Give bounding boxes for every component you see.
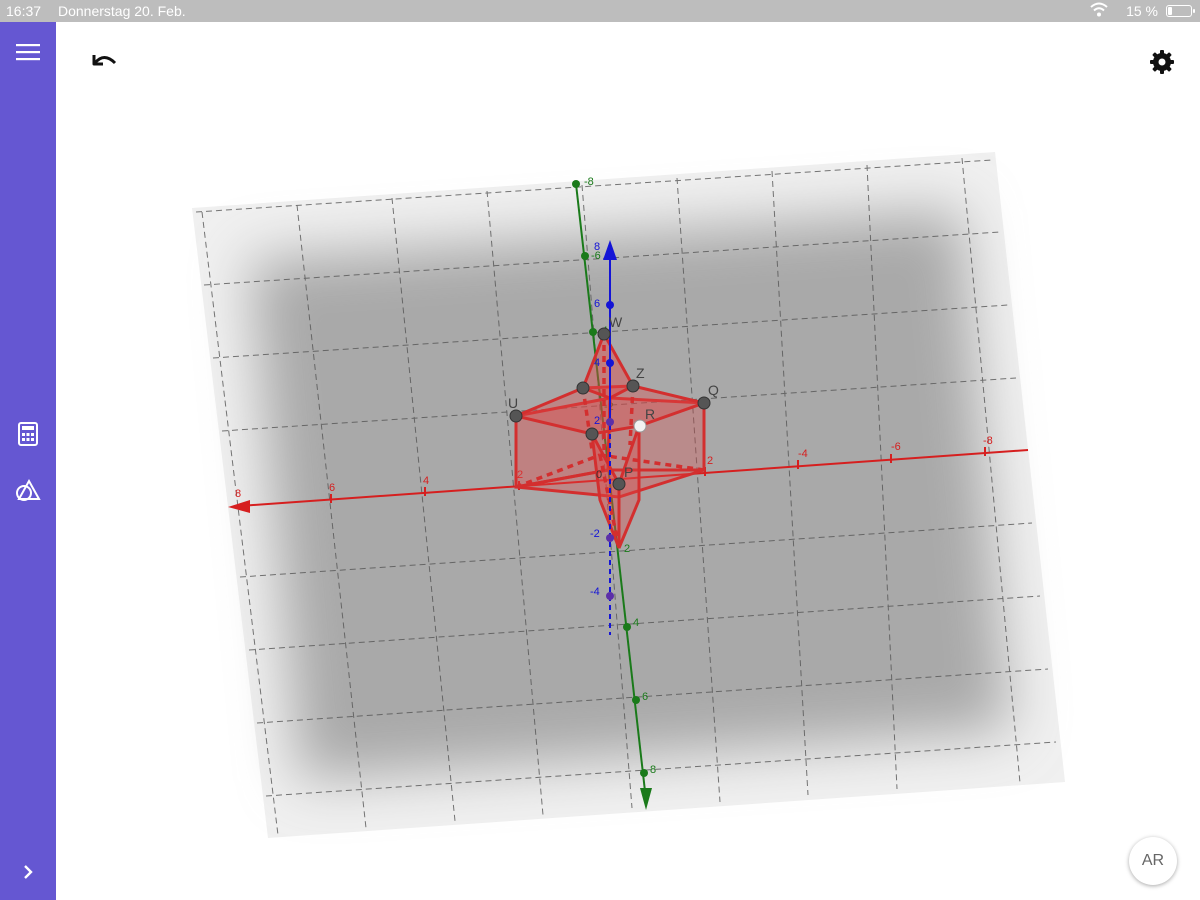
z-axis-label: -4 [590, 586, 600, 598]
x-axis-label: -8 [983, 435, 993, 447]
z-axis-label: 4 [594, 357, 600, 369]
chevron-right-icon[interactable] [12, 856, 44, 888]
status-time: 16:37 [6, 3, 42, 19]
x-axis-label: 4 [423, 475, 429, 487]
point-label: W [609, 314, 623, 330]
origin-label: 0 [596, 469, 602, 481]
wifi-icon [1090, 2, 1108, 21]
point-label: U [508, 395, 518, 411]
battery-icon [1166, 5, 1195, 17]
battery-percentage: 15 % [1126, 3, 1158, 19]
point[interactable] [576, 381, 590, 395]
ar-button-label: AR [1141, 852, 1165, 869]
calculator-icon[interactable] [12, 418, 44, 450]
point-label: P [624, 464, 633, 480]
y-axis-label: 8 [650, 764, 656, 776]
menu-icon[interactable] [12, 36, 44, 68]
point-q[interactable] [697, 396, 711, 410]
point-label: Q [708, 382, 719, 398]
point[interactable] [585, 427, 599, 441]
x-axis-label: 2 [707, 455, 713, 467]
x-axis-label: 6 [329, 482, 335, 494]
ar-button[interactable]: AR [1129, 837, 1177, 885]
x-axis-label: 8 [235, 488, 241, 500]
graphics-3d-view[interactable]: -8 -6 -4 -2 2 4 6 8 8 6 4 2 2 -4 -6 -8 [56, 22, 1200, 900]
z-axis-label: 2 [594, 415, 600, 427]
point-label: Z [636, 365, 645, 381]
status-bar: 16:37 Donnerstag 20. Feb. 15 % [0, 0, 1200, 22]
settings-icon[interactable] [1146, 46, 1178, 78]
geometry-tools-icon[interactable] [12, 474, 44, 506]
y-axis-label: 6 [642, 691, 648, 703]
point-z[interactable] [626, 379, 640, 393]
y-axis-label: 2 [624, 543, 630, 555]
x-axis-label: -4 [798, 448, 808, 460]
y-axis-label: 4 [633, 617, 639, 629]
z-axis-label: 8 [594, 241, 600, 253]
x-axis-label: -6 [891, 441, 901, 453]
z-axis-label: 6 [594, 298, 600, 310]
undo-icon[interactable] [88, 46, 122, 76]
point-label: R [645, 406, 655, 422]
y-axis-label: -8 [584, 176, 594, 188]
point-u[interactable] [509, 409, 523, 423]
z-axis-label: -2 [590, 528, 600, 540]
status-date: Donnerstag 20. Feb. [58, 3, 186, 19]
sidebar [0, 22, 56, 900]
